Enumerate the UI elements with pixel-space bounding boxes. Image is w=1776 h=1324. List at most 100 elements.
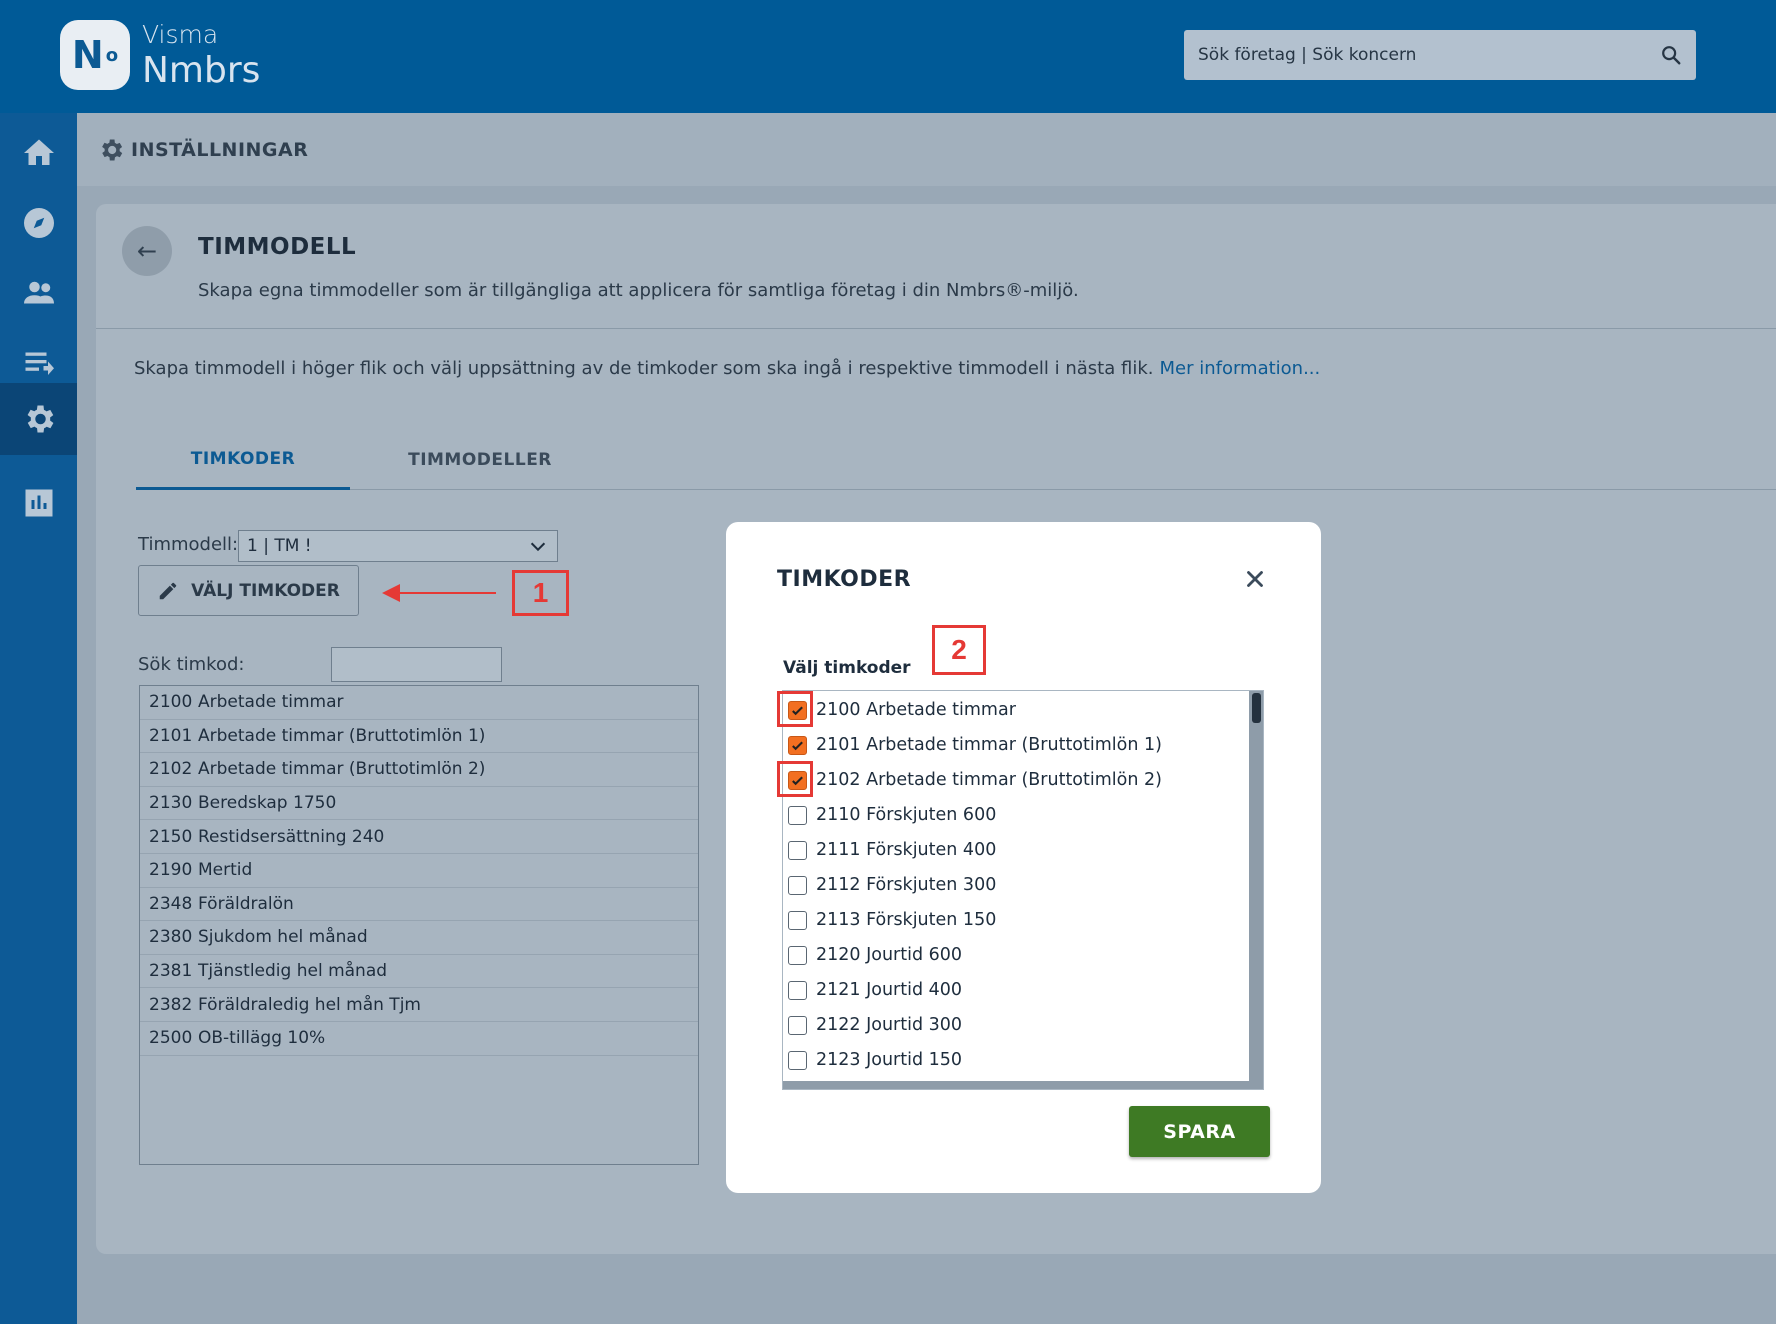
chevron-down-icon <box>530 542 546 552</box>
code-number: 2382 <box>149 994 193 1015</box>
checkbox-row[interactable]: 2111 Förskjuten 400 <box>783 833 996 867</box>
save-button[interactable]: SPARA <box>1129 1106 1270 1157</box>
gear-icon <box>102 139 123 160</box>
code-number: 2150 <box>149 826 193 847</box>
checkbox[interactable] <box>788 805 807 825</box>
close-icon[interactable] <box>1242 566 1268 592</box>
checkbox[interactable] <box>788 1050 807 1070</box>
code-row[interactable]: 2101 Arbetade timmar (Bruttotimlön 1) <box>140 720 698 754</box>
nmbrs-logo[interactable]: No <box>60 20 130 90</box>
checkbox-label: 2110 Förskjuten 600 <box>816 805 997 825</box>
timkoder-modal: TIMKODER Välj timkoder 2100 Arbetade tim… <box>726 522 1321 1193</box>
checkbox-label: 2122 Jourtid 300 <box>816 1015 963 1035</box>
checkbox-row[interactable]: 2123 Jourtid 150 <box>783 1043 962 1077</box>
checkbox[interactable] <box>788 840 807 860</box>
code-name: Föräldralön <box>198 893 294 914</box>
code-name: Restidsersättning 240 <box>198 826 385 847</box>
checkbox[interactable] <box>788 875 807 895</box>
checkbox-row[interactable]: 2122 Jourtid 300 <box>783 1008 962 1042</box>
code-row[interactable]: 2380 Sjukdom hel månad <box>140 921 698 955</box>
search-icon[interactable] <box>1660 44 1682 66</box>
code-name: Tjänstledig hel månad <box>198 961 388 982</box>
checkbox-label: 2102 Arbetade timmar (Bruttotimlön 2) <box>816 770 1162 790</box>
tab-timkoder[interactable]: TIMKODER <box>136 430 350 490</box>
divider <box>96 328 1776 329</box>
code-name: Beredskap 1750 <box>198 793 337 814</box>
list-icon <box>25 352 54 375</box>
checkbox-checked[interactable] <box>788 735 807 755</box>
nav-explore[interactable] <box>0 183 77 263</box>
back-button[interactable]: ← <box>122 226 172 276</box>
annotation-marker-1: 1 <box>512 570 569 616</box>
checkbox[interactable] <box>788 1015 807 1035</box>
code-search-input[interactable] <box>331 647 502 682</box>
page-title: TIMMODELL <box>198 234 357 260</box>
breadcrumb: INSTÄLLNINGAR <box>77 113 1776 186</box>
choose-codes-heading: Välj timkoder <box>783 658 911 678</box>
code-name: Sjukdom hel månad <box>198 927 368 948</box>
nav-settings[interactable] <box>0 383 77 455</box>
nav-reports[interactable] <box>0 463 77 543</box>
code-number: 2348 <box>149 893 193 914</box>
top-bar: No Visma Nmbrs <box>0 0 1776 113</box>
tab-timmodeller[interactable]: TIMMODELLER <box>350 430 610 490</box>
code-name: Arbetade timmar (Bruttotimlön 2) <box>198 759 486 780</box>
info-text: Skapa timmodell i höger flik och välj up… <box>134 358 1320 379</box>
code-row[interactable]: 2100 Arbetade timmar <box>140 686 698 720</box>
code-row[interactable]: 2381 Tjänstledig hel månad <box>140 955 698 989</box>
checkbox-label: 2123 Jourtid 150 <box>816 1050 963 1070</box>
vertical-scrollbar[interactable] <box>1249 691 1263 1089</box>
checkbox[interactable] <box>788 910 807 930</box>
breadcrumb-label[interactable]: INSTÄLLNINGAR <box>131 139 308 161</box>
company-search[interactable] <box>1184 30 1696 80</box>
code-number: 2381 <box>149 961 193 982</box>
checkbox-row[interactable]: 2101 Arbetade timmar (Bruttotimlön 1) <box>783 728 1162 762</box>
code-list: 2100 Arbetade timmar 2101 Arbetade timmar … <box>139 685 699 1165</box>
gear-icon <box>27 405 53 433</box>
timmodell-select[interactable]: 1 | TM ! <box>238 530 558 562</box>
checkbox[interactable] <box>788 980 807 1000</box>
code-name: Arbetade timmar (Bruttotimlön 1) <box>198 725 486 746</box>
code-search-label: Sök timkod: <box>138 654 245 675</box>
code-number: 2190 <box>149 860 193 881</box>
home-icon <box>23 139 54 165</box>
annotation-marker-2: 2 <box>932 625 986 675</box>
code-name: Föräldraledig hel mån Tjm <box>198 994 421 1015</box>
checkbox-label: 2120 Jourtid 600 <box>816 945 963 965</box>
checkbox-row[interactable]: 2121 Jourtid 400 <box>783 973 962 1007</box>
code-row[interactable]: 2500 OB-tillägg 10% <box>140 1022 698 1056</box>
checkbox-list: 2100 Arbetade timmar 2101 Arbetade timma… <box>782 690 1264 1090</box>
compass-icon <box>23 208 54 238</box>
checkbox-label: 2111 Förskjuten 400 <box>816 840 997 860</box>
checkbox-row[interactable]: 2112 Förskjuten 300 <box>783 868 996 902</box>
scrollbar-thumb[interactable] <box>1252 693 1261 723</box>
checkbox[interactable] <box>788 945 807 965</box>
code-row[interactable]: 2150 Restidsersättning 240 <box>140 820 698 854</box>
brand-line1: Visma <box>142 20 219 49</box>
company-search-input[interactable] <box>1198 45 1660 65</box>
more-info-link[interactable]: Mer information... <box>1159 358 1320 379</box>
code-row[interactable]: 2102 Arbetade timmar (Bruttotimlön 2) <box>140 753 698 787</box>
code-row[interactable]: 2130 Beredskap 1750 <box>140 787 698 821</box>
checkbox-label: 2100 Arbetade timmar <box>816 700 1016 720</box>
page-subtitle: Skapa egna timmodeller som är tillgängli… <box>198 280 1079 301</box>
nav-people[interactable] <box>0 253 77 333</box>
checkbox-row[interactable]: 2113 Förskjuten 150 <box>783 903 996 937</box>
code-number: 2100 <box>149 692 193 713</box>
brand-name: Visma Nmbrs <box>142 22 260 89</box>
nav-home[interactable] <box>0 113 77 193</box>
info-text-body: Skapa timmodell i höger flik och välj up… <box>134 358 1154 379</box>
checkbox-label: 2121 Jourtid 400 <box>816 980 963 1000</box>
code-number: 2102 <box>149 759 193 780</box>
checkbox-row[interactable]: 2100 Arbetade timmar <box>783 693 1016 727</box>
checkbox-row[interactable]: 2102 Arbetade timmar (Bruttotimlön 2) <box>783 763 1162 797</box>
checkbox-row[interactable]: 2110 Förskjuten 600 <box>783 798 996 832</box>
modal-title: TIMKODER <box>777 567 912 592</box>
pencil-icon <box>159 582 177 599</box>
horizontal-scrollbar[interactable] <box>783 1081 1249 1089</box>
choose-codes-button[interactable]: VÄLJ TIMKODER <box>138 565 359 616</box>
checkbox-row[interactable]: 2120 Jourtid 600 <box>783 938 962 972</box>
code-row[interactable]: 2382 Föräldraledig hel mån Tjm <box>140 988 698 1022</box>
code-row[interactable]: 2190 Mertid <box>140 854 698 888</box>
code-row[interactable]: 2348 Föräldralön <box>140 888 698 922</box>
